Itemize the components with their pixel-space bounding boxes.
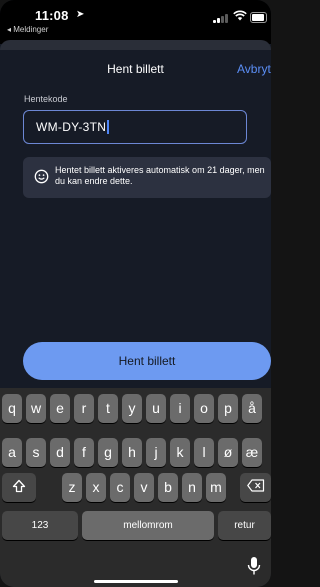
location-arrow-icon: ➤: [76, 9, 85, 20]
backspace-icon: [246, 479, 264, 492]
status-time: 11:08: [35, 8, 69, 23]
key-o[interactable]: o: [194, 394, 214, 423]
sheet-top-edge: [0, 40, 271, 50]
page-title: Hent billett: [107, 62, 164, 76]
key-e[interactable]: e: [50, 394, 70, 423]
back-to-app-link[interactable]: ◂ Meldinger: [7, 25, 48, 34]
key-r[interactable]: r: [74, 394, 94, 423]
key-i[interactable]: i: [170, 394, 190, 423]
hentekode-value: WM-DY-3TN: [36, 120, 109, 134]
backspace-key[interactable]: [240, 473, 271, 502]
status-bar: 11:08 ➤ ◂ Meldinger: [0, 0, 271, 44]
battery-icon: [250, 12, 267, 23]
key-x[interactable]: x: [86, 473, 106, 502]
key-p[interactable]: p: [218, 394, 238, 423]
hent-billett-button[interactable]: Hent billett: [23, 342, 271, 380]
shift-key[interactable]: [2, 473, 36, 502]
smiley-icon: [34, 169, 49, 184]
key-ae[interactable]: æ: [242, 438, 262, 467]
info-text: Hentet billett aktiveres automatisk om 2…: [55, 165, 265, 186]
key-aa[interactable]: å: [242, 394, 262, 423]
key-h[interactable]: h: [122, 438, 142, 467]
key-t[interactable]: t: [98, 394, 118, 423]
key-u[interactable]: u: [146, 394, 166, 423]
numbers-key[interactable]: 123: [2, 511, 78, 540]
return-key[interactable]: retur: [218, 511, 271, 540]
hentekode-label: Hentekode: [24, 94, 68, 104]
hentekode-input[interactable]: WM-DY-3TN: [23, 110, 247, 144]
key-a[interactable]: a: [2, 438, 22, 467]
phone-screen: 11:08 ➤ ◂ Meldinger Hent billett Avbryt …: [0, 0, 271, 587]
key-d[interactable]: d: [50, 438, 70, 467]
home-indicator[interactable]: [94, 580, 178, 583]
key-l[interactable]: l: [194, 438, 214, 467]
cancel-button[interactable]: Avbryt: [237, 62, 271, 76]
wifi-icon: [233, 10, 247, 21]
key-w[interactable]: w: [26, 394, 46, 423]
key-f[interactable]: f: [74, 438, 94, 467]
cellular-signal-icon: [213, 13, 229, 23]
key-oe[interactable]: ø: [218, 438, 238, 467]
text-cursor: [107, 120, 109, 134]
key-c[interactable]: c: [110, 473, 130, 502]
key-g[interactable]: g: [98, 438, 118, 467]
info-banner: Hentet billett aktiveres automatisk om 2…: [23, 157, 271, 198]
key-m[interactable]: m: [206, 473, 226, 502]
key-q[interactable]: q: [2, 394, 22, 423]
key-y[interactable]: y: [122, 394, 142, 423]
key-s[interactable]: s: [26, 438, 46, 467]
key-j[interactable]: j: [146, 438, 166, 467]
key-k[interactable]: k: [170, 438, 190, 467]
key-b[interactable]: b: [158, 473, 178, 502]
key-n[interactable]: n: [182, 473, 202, 502]
shift-icon: [12, 479, 26, 493]
microphone-icon[interactable]: [246, 556, 262, 576]
key-z[interactable]: z: [62, 473, 82, 502]
space-key[interactable]: mellomrom: [82, 511, 214, 540]
key-v[interactable]: v: [134, 473, 154, 502]
